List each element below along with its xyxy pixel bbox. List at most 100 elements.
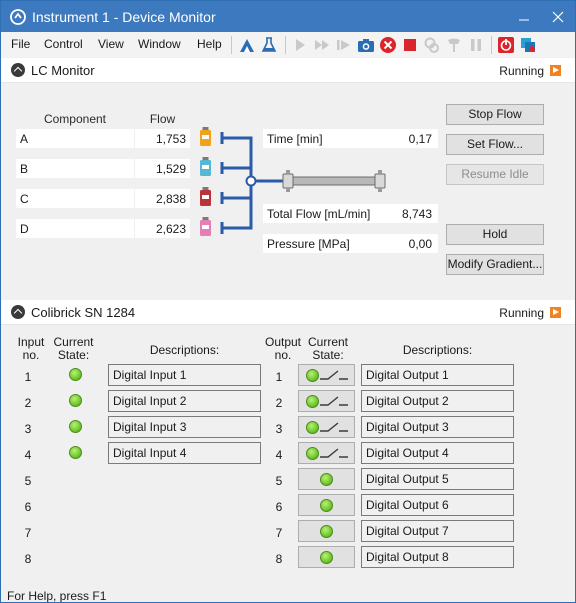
minimize-button[interactable] [507,1,541,32]
status-bar: For Help, press F1 [1,585,575,602]
chevron-up-icon[interactable] [11,305,25,319]
lamp-icon[interactable] [445,36,463,54]
output-no-header: Output no. [264,335,302,362]
menu-help[interactable]: Help [197,37,222,51]
pause-icon[interactable] [467,36,485,54]
toolbar-separator [285,36,286,54]
input-description: Digital Input 1 [108,364,261,386]
input-number: 4 [24,448,32,462]
network-icon[interactable] [519,36,537,54]
output-state-led [320,525,333,538]
time-value: 0,17 [386,129,438,148]
step-forward-icon[interactable] [335,36,353,54]
switch-icon [320,370,348,380]
colibrick-play-icon[interactable] [550,307,561,318]
output-state-led [306,369,319,382]
input-number: 7 [24,526,32,540]
camera-icon[interactable] [357,36,375,54]
input-state-led [69,420,82,433]
output-state-led [320,551,333,564]
input-number: 3 [24,422,32,436]
power-icon[interactable] [497,36,515,54]
resume-idle-button[interactable]: Resume Idle [446,164,544,185]
chevron-up-icon[interactable] [11,63,25,77]
output-description: Digital Output 1 [361,364,514,386]
component-c-flow: 2,838 [135,189,190,208]
output-state-led [320,499,333,512]
pressure-label: Pressure [MPa] [263,234,387,253]
time-label: Time [min] [263,129,387,148]
analysis-icon[interactable] [238,36,256,54]
switch-icon [320,448,348,458]
stop-circle-icon[interactable] [379,36,397,54]
connect-icon[interactable] [423,36,441,54]
toolbar-separator [231,36,232,54]
output-number: 4 [275,448,283,462]
output-number: 7 [275,526,283,540]
stop-square-icon[interactable] [401,36,419,54]
fast-forward-icon[interactable] [313,36,331,54]
pressure-value: 0,00 [386,234,438,253]
menu-view[interactable]: View [98,37,124,51]
column-icon [282,170,386,192]
output-description: Digital Output 2 [361,390,514,412]
output-toggle-button[interactable] [298,364,355,386]
output-desc-header: Descriptions: [402,343,473,357]
input-number: 5 [24,474,32,488]
input-state-led [69,394,82,407]
output-toggle-button[interactable] [298,442,355,464]
input-number: 6 [24,500,32,514]
component-a-label: A [16,129,134,148]
component-header: Component [43,112,107,126]
component-b-flow: 1,529 [135,159,190,178]
output-description: Digital Output 7 [361,520,514,542]
hold-button[interactable]: Hold [446,224,544,245]
modify-gradient-button[interactable]: Modify Gradient... [446,254,544,275]
input-number: 8 [24,552,32,566]
output-toggle-button[interactable] [298,390,355,412]
component-a-flow: 1,753 [135,129,190,148]
flask-icon[interactable] [260,36,278,54]
output-number: 1 [275,370,283,384]
output-description: Digital Output 6 [361,494,514,516]
output-toggle-button[interactable] [298,468,355,490]
output-number: 5 [275,474,283,488]
input-description: Digital Input 4 [108,442,261,464]
lc-monitor-header: LC Monitor Running [1,58,575,83]
play-icon[interactable] [291,36,309,54]
output-toggle-button[interactable] [298,494,355,516]
colibrick-header: Colibrick SN 1284 Running [1,300,575,325]
output-toggle-button[interactable] [298,416,355,438]
output-toggle-button[interactable] [298,520,355,542]
input-description: Digital Input 3 [108,416,261,438]
output-description: Digital Output 8 [361,546,514,568]
colibrick-title: Colibrick SN 1284 [31,305,136,320]
window-title: Instrument 1 - Device Monitor [32,9,216,25]
output-state-led [306,421,319,434]
input-description: Digital Input 2 [108,390,261,412]
output-number: 8 [275,552,283,566]
output-description: Digital Output 4 [361,442,514,464]
lc-monitor-body: Component Flow A 1,753 B 1,529 C 2,838 D… [1,84,575,299]
output-description: Digital Output 5 [361,468,514,490]
component-b-label: B [16,159,134,178]
device-monitor-window: Instrument 1 - Device Monitor File Contr… [0,0,576,603]
stop-flow-button[interactable]: Stop Flow [446,104,544,125]
component-c-label: C [16,189,134,208]
output-toggle-button[interactable] [298,546,355,568]
output-state-header: Current State: [307,335,348,362]
colibrick-status-text: Running [499,306,544,320]
output-number: 2 [275,396,283,410]
menu-window[interactable]: Window [138,37,181,51]
total-flow-label: Total Flow [mL/min] [263,204,387,223]
input-state-header: Current State: [53,335,94,362]
input-number: 2 [24,396,32,410]
menu-file[interactable]: File [11,37,30,51]
close-button[interactable] [541,1,575,32]
menu-control[interactable]: Control [44,37,83,51]
close-icon [552,11,564,23]
output-state-led [306,395,319,408]
input-state-led [69,446,82,459]
lc-play-icon[interactable] [550,65,561,76]
set-flow-button[interactable]: Set Flow... [446,134,544,155]
